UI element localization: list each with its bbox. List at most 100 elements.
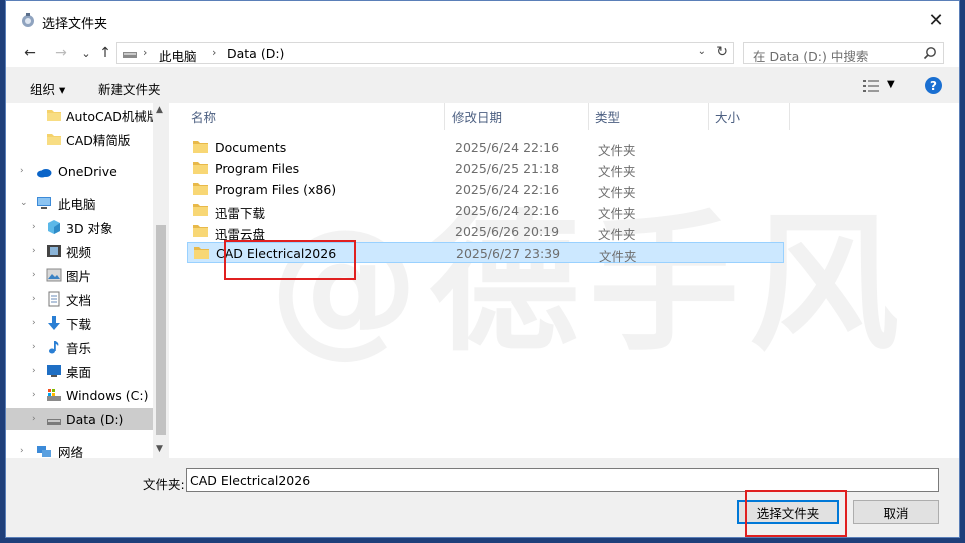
sidebar-item-network[interactable]: › 网络 — [6, 440, 153, 459]
folder-icon — [193, 141, 208, 153]
sidebar-item-drive-d[interactable]: › Data (D:) — [6, 408, 153, 430]
drive-d-icon — [47, 419, 61, 425]
address-bar[interactable]: › 此电脑 › Data (D:) ⌄ ↻ — [116, 42, 734, 64]
search-box[interactable]: 在 Data (D:) 中搜索 — [743, 42, 944, 64]
breadcrumb-separator: › — [143, 46, 148, 59]
expand-arrow-icon[interactable]: › — [32, 222, 36, 232]
file-row-cad-electrical[interactable]: CAD Electrical2026 2025/6/27 23:39 文件夹 — [187, 242, 784, 264]
sidebar-item-drive-c[interactable]: › Windows (C:) — [6, 384, 153, 406]
folder-icon — [193, 225, 208, 237]
new-folder-button[interactable]: 新建文件夹 — [98, 79, 161, 98]
network-icon — [37, 446, 51, 457]
file-row-program-files[interactable]: Program Files 2025/6/25 21:18 文件夹 — [187, 158, 784, 179]
window-title: 选择文件夹 — [42, 17, 108, 32]
expand-arrow-icon[interactable]: › — [32, 294, 36, 304]
drive-c-icon — [47, 389, 61, 401]
folder-picker-dialog: 选择文件夹 ✕ ← → ⌄ ↑ › 此电脑 › Data (D:) ⌄ ↻ 在 … — [5, 0, 960, 538]
address-dropdown-icon[interactable]: ⌄ — [698, 46, 706, 57]
refresh-icon[interactable]: ↻ — [716, 44, 728, 60]
column-header-size[interactable]: 大小 — [715, 103, 785, 130]
close-icon: ✕ — [928, 9, 944, 31]
column-header-date[interactable]: 修改日期 — [452, 103, 582, 130]
picture-icon — [46, 268, 62, 282]
file-list: @德手风 ^ 名称 修改日期 类型 大小 Documents 2025/6/24… — [169, 103, 959, 458]
expand-arrow-icon[interactable]: › — [32, 390, 36, 400]
help-icon: ? — [930, 78, 937, 93]
folder-label: 文件夹: — [143, 477, 185, 492]
app-icon — [22, 13, 34, 27]
recent-locations-button[interactable]: ⌄ — [76, 43, 96, 63]
expand-arrow-icon[interactable]: › — [32, 414, 36, 424]
expand-arrow-icon[interactable]: › — [32, 246, 36, 256]
folder-name-input[interactable] — [186, 468, 939, 492]
breadcrumb-this-pc[interactable]: 此电脑 — [159, 46, 197, 65]
expand-arrow-icon[interactable]: › — [32, 318, 36, 328]
document-icon — [48, 291, 60, 307]
sidebar-item-music[interactable]: › 音乐 — [6, 336, 153, 358]
music-icon — [49, 341, 59, 354]
close-button[interactable]: ✕ — [913, 1, 959, 39]
column-header-type[interactable]: 类型 — [595, 103, 705, 130]
navigation-bar: ← → ⌄ ↑ › 此电脑 › Data (D:) ⌄ ↻ 在 Data (D:… — [6, 39, 959, 67]
expand-arrow-icon[interactable]: › — [20, 166, 24, 176]
back-button[interactable]: ← — [20, 43, 40, 63]
scrollbar-thumb[interactable] — [156, 225, 166, 435]
up-button[interactable]: ↑ — [95, 43, 115, 63]
file-row-xunlei-downloads[interactable]: 迅雷下载 2025/6/24 22:16 文件夹 — [187, 200, 784, 221]
expand-arrow-icon[interactable]: › — [20, 446, 24, 456]
scroll-down-icon[interactable]: ▼ — [156, 444, 163, 454]
expand-arrow-icon[interactable]: › — [32, 270, 36, 280]
expand-arrow-icon[interactable]: › — [32, 342, 36, 352]
footer-panel: 文件夹: 选择文件夹 取消 — [6, 458, 959, 537]
view-options-icon[interactable] — [863, 80, 879, 92]
sidebar-item-downloads[interactable]: › 下载 — [6, 312, 153, 334]
folder-icon — [194, 247, 209, 259]
select-folder-button[interactable]: 选择文件夹 — [737, 500, 839, 524]
file-row-documents[interactable]: Documents 2025/6/24 22:16 文件夹 — [187, 137, 784, 158]
sidebar-scrollbar[interactable]: ▲ ▼ — [153, 103, 169, 458]
sidebar-item-cad-lite[interactable]: CAD精简版 — [6, 128, 153, 150]
folder-icon — [47, 110, 61, 121]
sidebar-item-pictures[interactable]: › 图片 — [6, 264, 153, 286]
expand-arrow-icon[interactable]: › — [32, 366, 36, 376]
sidebar-item-this-pc[interactable]: ⌄ 此电脑 — [6, 192, 153, 214]
file-row-xunlei-cloud[interactable]: 迅雷云盘 2025/6/26 20:19 文件夹 — [187, 221, 784, 242]
column-divider[interactable] — [789, 103, 790, 130]
scroll-up-icon[interactable]: ▲ — [156, 105, 163, 115]
sidebar-item-documents[interactable]: › 文档 — [6, 288, 153, 310]
folder-icon — [193, 204, 208, 216]
cancel-button[interactable]: 取消 — [853, 500, 939, 524]
title-bar: 选择文件夹 ✕ — [6, 1, 959, 39]
view-dropdown-icon[interactable]: ▼ — [887, 79, 895, 90]
help-button[interactable]: ? — [925, 77, 942, 94]
file-row-program-files-x86[interactable]: Program Files (x86) 2025/6/24 22:16 文件夹 — [187, 179, 784, 200]
forward-arrow-icon: → — [55, 45, 67, 61]
download-icon — [48, 316, 60, 330]
folder-icon — [47, 134, 61, 145]
column-divider[interactable] — [708, 103, 709, 130]
command-bar: 组织 ▾ 新建文件夹 ▼ ? — [6, 67, 959, 103]
folder-icon — [193, 183, 208, 195]
column-header-name[interactable]: 名称 — [191, 103, 441, 130]
folder-icon — [193, 162, 208, 174]
column-divider[interactable] — [588, 103, 589, 130]
sidebar-item-3d-objects[interactable]: › 3D 对象 — [6, 216, 153, 238]
chevron-down-icon: ⌄ — [81, 46, 91, 60]
organize-button[interactable]: 组织 ▾ — [30, 79, 65, 98]
up-arrow-icon: ↑ — [99, 45, 111, 61]
desktop-icon — [47, 365, 61, 377]
sidebar-item-autocad-mech[interactable]: AutoCAD机械版 — [6, 104, 159, 126]
computer-icon — [37, 197, 51, 209]
drive-icon — [123, 52, 137, 58]
breadcrumb-data-drive[interactable]: Data (D:) — [227, 46, 284, 61]
sidebar-item-onedrive[interactable]: › OneDrive — [6, 160, 153, 182]
forward-button[interactable]: → — [51, 43, 71, 63]
breadcrumb-separator: › — [212, 46, 217, 59]
column-divider[interactable] — [444, 103, 445, 130]
video-icon — [47, 245, 61, 257]
collapse-arrow-icon[interactable]: ⌄ — [20, 198, 28, 208]
sidebar-item-videos[interactable]: › 视频 — [6, 240, 153, 262]
sidebar-item-desktop[interactable]: › 桌面 — [6, 360, 153, 382]
cube-icon — [48, 220, 60, 234]
search-placeholder: 在 Data (D:) 中搜索 — [753, 49, 869, 64]
